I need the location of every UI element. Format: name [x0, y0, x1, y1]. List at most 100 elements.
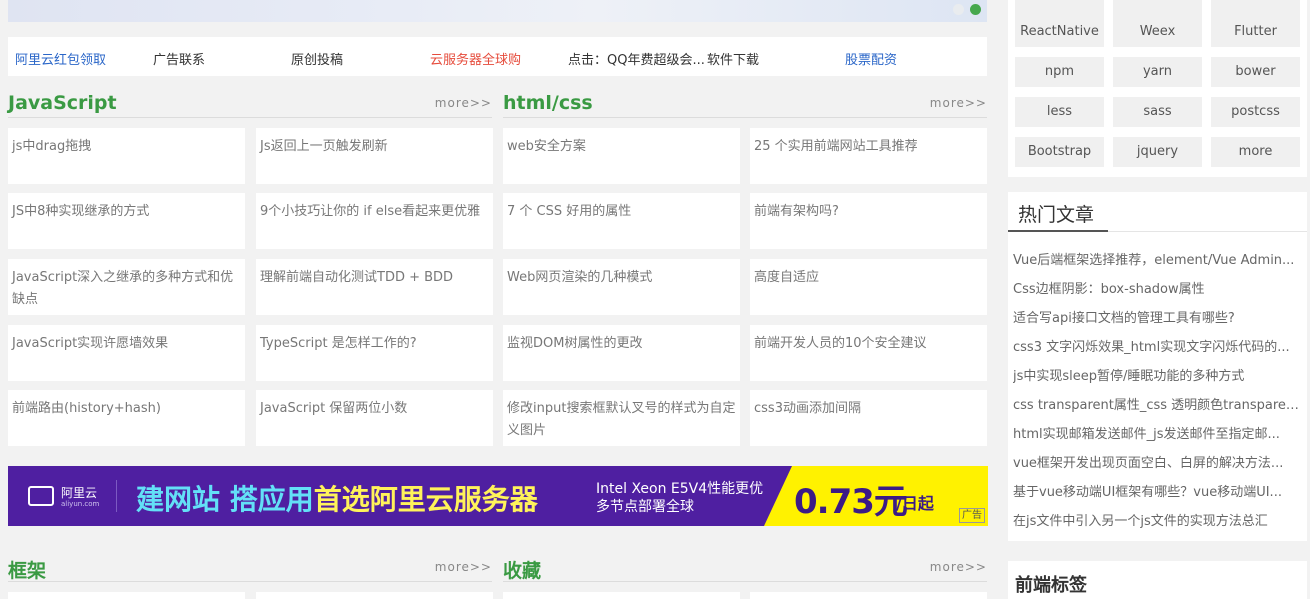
- carousel-banner[interactable]: [8, 0, 987, 22]
- tag-weex[interactable]: Weex: [1113, 17, 1202, 47]
- tag-jquery[interactable]: jquery: [1113, 137, 1202, 167]
- frontend-tags-title: 前端标签: [1015, 575, 1087, 596]
- article-link[interactable]: 理解前端自动化测试TDD + BDD: [260, 270, 453, 285]
- article-link[interactable]: TypeScript 是怎样工作的?: [260, 336, 417, 351]
- article-link[interactable]: 前端路由(history+hash): [12, 401, 161, 416]
- article-card[interactable]: js中drag拖拽: [8, 128, 245, 184]
- article-card[interactable]: 7 个 CSS 好用的属性: [503, 193, 740, 249]
- hot-article-link[interactable]: css3 文字闪烁效果_html实现文字闪烁代码的...: [1013, 336, 1302, 355]
- section-header-favorites: 收藏 more>>: [503, 556, 987, 582]
- promo-link-aliyun-redpacket[interactable]: 阿里云红包领取: [15, 49, 106, 68]
- promo-link-submit[interactable]: 原创投稿: [291, 49, 343, 68]
- hot-article-link[interactable]: html实现邮箱发送邮件_js发送邮件至指定邮...: [1013, 423, 1302, 442]
- ad-headline-a: 建网站 搭应用: [136, 483, 314, 516]
- article-link[interactable]: JavaScript实现许愿墙效果: [12, 336, 168, 351]
- article-link[interactable]: JavaScript深入之继承的多种方式和优缺点: [12, 270, 233, 307]
- sidebar-tag-panel: ReactNative Weex Flutter npm yarn bower …: [1008, 0, 1307, 177]
- article-card[interactable]: 9个小技巧让你的 if else看起来更优雅: [256, 193, 493, 249]
- tag-bootstrap[interactable]: Bootstrap: [1015, 137, 1104, 167]
- article-link[interactable]: 修改input搜索框默认叉号的样式为自定义图片: [507, 401, 735, 438]
- more-link-htmlcss[interactable]: more>>: [930, 96, 987, 110]
- hot-article-link[interactable]: 在js文件中引入另一个js文件的实现方法总汇: [1013, 510, 1302, 529]
- article-card[interactable]: TypeScript 是怎样工作的?: [256, 325, 493, 381]
- article-card[interactable]: css3动画添加间隔: [750, 390, 987, 446]
- article-card[interactable]: 前端有架构吗?: [750, 193, 987, 249]
- article-card[interactable]: JavaScript 保留两位小数: [256, 390, 493, 446]
- more-link-favorites[interactable]: more>>: [930, 560, 987, 574]
- article-link[interactable]: 25 个实用前端网站工具推荐: [754, 139, 918, 154]
- ad-logo-text: 阿里云: [61, 486, 98, 500]
- tag-partial[interactable]: [1211, 0, 1300, 17]
- promo-link-ad-contact[interactable]: 广告联系: [153, 49, 205, 68]
- tag-yarn[interactable]: yarn: [1113, 57, 1202, 87]
- promo-link-cloud-server[interactable]: 云服务器全球购: [430, 49, 521, 68]
- article-card-partial[interactable]: [503, 592, 740, 599]
- promo-link-bar: 阿里云红包领取 广告联系 原创投稿 云服务器全球购 点击：QQ年费超级会... …: [8, 37, 987, 76]
- article-card[interactable]: JS中8种实现继承的方式: [8, 193, 245, 249]
- ad-price: 0.73元: [794, 482, 908, 522]
- article-link[interactable]: 前端开发人员的10个安全建议: [754, 336, 927, 351]
- article-card[interactable]: JavaScript深入之继承的多种方式和优缺点: [8, 259, 245, 315]
- article-card-partial[interactable]: [256, 592, 493, 599]
- section-title-favorites: 收藏: [503, 560, 542, 582]
- hot-article-link[interactable]: Vue后端框架选择推荐，element/Vue Admin...: [1013, 249, 1302, 268]
- tag-sass[interactable]: sass: [1113, 97, 1202, 127]
- section-header-htmlcss: html/css more>>: [503, 92, 987, 118]
- article-link[interactable]: JS中8种实现继承的方式: [12, 204, 149, 219]
- hot-articles-title: 热门文章: [1018, 204, 1095, 226]
- article-link[interactable]: 高度自适应: [754, 270, 819, 285]
- tag-partial[interactable]: [1113, 0, 1202, 17]
- carousel-dot-2-active[interactable]: [970, 4, 981, 15]
- tag-postcss[interactable]: postcss: [1211, 97, 1300, 127]
- frontend-tags-panel: 前端标签: [1008, 561, 1307, 599]
- article-link[interactable]: web安全方案: [507, 139, 586, 154]
- article-card[interactable]: Js返回上一页触发刷新: [256, 128, 493, 184]
- carousel-dot-1[interactable]: [953, 4, 964, 15]
- promo-link-software[interactable]: 软件下载: [707, 49, 759, 68]
- article-card[interactable]: 高度自适应: [750, 259, 987, 315]
- article-card[interactable]: 修改input搜索框默认叉号的样式为自定义图片: [503, 390, 740, 446]
- hot-article-link[interactable]: 基于vue移动端UI框架有哪些？vue移动端UI...: [1013, 481, 1302, 500]
- section-header-javascript: JavaScript more>>: [8, 92, 492, 118]
- article-card[interactable]: 25 个实用前端网站工具推荐: [750, 128, 987, 184]
- promo-link-qq-vip[interactable]: 点击：QQ年费超级会...: [568, 49, 705, 68]
- article-link[interactable]: js中drag拖拽: [12, 139, 91, 154]
- article-card[interactable]: Web网页渲染的几种模式: [503, 259, 740, 315]
- more-link-javascript[interactable]: more>>: [435, 96, 492, 110]
- article-card[interactable]: 监视DOM树属性的更改: [503, 325, 740, 381]
- article-link[interactable]: css3动画添加间隔: [754, 401, 861, 416]
- article-link[interactable]: 7 个 CSS 好用的属性: [507, 204, 631, 219]
- article-link[interactable]: JavaScript 保留两位小数: [260, 401, 407, 416]
- aliyun-ad-banner[interactable]: 阿里云 aliyun.com 建网站 搭应用首选阿里云服务器 Intel Xeo…: [8, 466, 988, 526]
- hot-article-link[interactable]: 适合写api接口文档的管理工具有哪些?: [1013, 307, 1302, 326]
- tag-bower[interactable]: bower: [1211, 57, 1300, 87]
- tag-reactnative[interactable]: ReactNative: [1015, 17, 1104, 47]
- more-link-framework[interactable]: more>>: [435, 560, 492, 574]
- article-card-partial[interactable]: [750, 592, 987, 599]
- article-card[interactable]: 前端路由(history+hash): [8, 390, 245, 446]
- article-card[interactable]: 理解前端自动化测试TDD + BDD: [256, 259, 493, 315]
- article-link[interactable]: 前端有架构吗?: [754, 204, 839, 219]
- article-link[interactable]: 监视DOM树属性的更改: [507, 336, 642, 351]
- article-link[interactable]: 9个小技巧让你的 if else看起来更优雅: [260, 204, 480, 219]
- article-card[interactable]: web安全方案: [503, 128, 740, 184]
- ad-divider: [116, 480, 117, 512]
- tag-flutter[interactable]: Flutter: [1211, 17, 1300, 47]
- promo-link-stock[interactable]: 股票配资: [845, 49, 897, 68]
- hot-article-link[interactable]: css transparent属性_css 透明颜色transparent...: [1013, 394, 1302, 413]
- article-link[interactable]: Js返回上一页触发刷新: [260, 139, 388, 154]
- tag-npm[interactable]: npm: [1015, 57, 1104, 87]
- tag-partial[interactable]: [1015, 0, 1104, 17]
- tag-more[interactable]: more: [1211, 137, 1300, 167]
- ad-logo-sub: aliyun.com: [61, 500, 100, 508]
- hot-article-link[interactable]: js中实现sleep暂停/睡眠功能的多种方式: [1013, 365, 1302, 384]
- article-link[interactable]: Web网页渲染的几种模式: [507, 270, 652, 285]
- article-card-partial[interactable]: [8, 592, 245, 599]
- article-card[interactable]: JavaScript实现许愿墙效果: [8, 325, 245, 381]
- hot-articles-panel: 热门文章 Vue后端框架选择推荐，element/Vue Admin... Cs…: [1008, 192, 1307, 541]
- hot-article-link[interactable]: Css边框阴影：box-shadow属性: [1013, 278, 1302, 297]
- article-card[interactable]: 前端开发人员的10个安全建议: [750, 325, 987, 381]
- hot-article-link[interactable]: vue框架开发出现页面空白、白屏的解决方法...: [1013, 452, 1302, 471]
- tag-less[interactable]: less: [1015, 97, 1104, 127]
- section-title-javascript: JavaScript: [8, 92, 117, 114]
